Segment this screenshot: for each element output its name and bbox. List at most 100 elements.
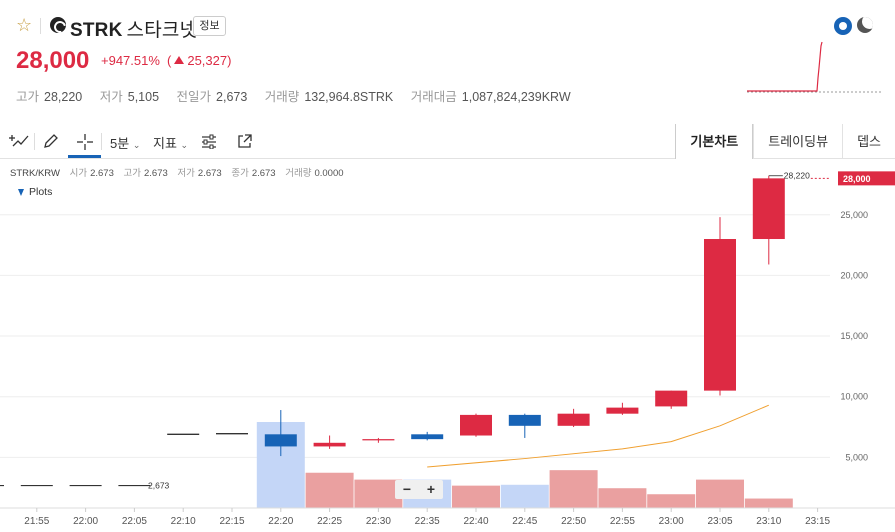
y-tick-label: 25,000 xyxy=(840,210,868,220)
tab-depth[interactable]: 뎁스 xyxy=(842,124,895,159)
indicators-select[interactable]: 지표 ⌄ xyxy=(153,133,188,152)
info-button[interactable]: 정보 xyxy=(193,16,226,36)
x-tick-label: 22:50 xyxy=(561,516,586,527)
x-tick-label: 22:20 xyxy=(268,516,293,527)
stat-label: 고가 xyxy=(16,90,40,104)
x-tick-label: 21:55 xyxy=(24,516,49,527)
candle-body xyxy=(264,434,297,447)
x-tick-label: 22:15 xyxy=(219,516,244,527)
stat-label: 거래대금 xyxy=(410,90,457,104)
tab-tradingview[interactable]: 트레이딩뷰 xyxy=(753,124,842,159)
candle-body xyxy=(313,442,346,447)
price-stats: 고가 28,220 저가 5,105 전일가 2,673 거래량 132,964.8ST… xyxy=(16,86,585,105)
up-triangle-icon xyxy=(174,56,185,64)
x-tick-label: 22:00 xyxy=(73,516,98,527)
active-tool-indicator xyxy=(68,155,101,158)
x-tick-label: 23:10 xyxy=(756,516,781,527)
divider xyxy=(34,133,35,150)
low-value: 5,105 xyxy=(127,90,160,104)
price-chart[interactable]: 5,000 10,000 15,000 20,000 25,000 2,673 28,220… xyxy=(0,159,895,532)
volume-value: 0.0000 xyxy=(314,168,344,179)
coin-logo-icon xyxy=(50,17,66,33)
low-value: 2.673 xyxy=(197,168,222,179)
change-amount: (25,327) xyxy=(167,53,232,68)
change-amount-value: 25,327 xyxy=(187,53,228,68)
x-tick-label: 22:55 xyxy=(610,516,635,527)
candle-body xyxy=(752,178,785,240)
sun-icon[interactable] xyxy=(834,17,852,35)
settings-sliders-icon[interactable] xyxy=(201,134,217,149)
star-icon[interactable]: ☆ xyxy=(16,16,32,34)
chevron-down-icon: ⌄ xyxy=(180,140,189,150)
volume-bar xyxy=(305,472,354,508)
pencil-icon[interactable] xyxy=(43,133,59,149)
volume-label: 거래량 xyxy=(285,168,312,179)
volume-bar xyxy=(696,479,744,508)
tab-basic-chart[interactable]: 기본차트 xyxy=(675,124,754,159)
mini-sparkline xyxy=(747,41,881,93)
zoom-control: − + xyxy=(395,480,443,499)
coin-header: ☆ STRK 스타크넷 정보 28,000 +947.51% (25,327) 고… xyxy=(0,0,895,124)
coin-symbol: STRK xyxy=(70,20,123,41)
volume-bar xyxy=(647,494,696,508)
x-tick-label: 22:25 xyxy=(317,516,342,527)
last-price-label: 28,000 xyxy=(843,174,871,184)
high-marker-label: 28,220 xyxy=(784,171,810,181)
x-tick-label: 22:10 xyxy=(171,516,196,527)
x-tick-label: 23:15 xyxy=(805,516,830,527)
candle-body xyxy=(704,239,736,391)
y-tick-label: 5,000 xyxy=(845,452,868,462)
crosshair-icon[interactable] xyxy=(76,133,94,151)
x-tick-label: 23:00 xyxy=(659,516,684,527)
stat-label: 저가 xyxy=(99,90,123,104)
volume-bar xyxy=(744,498,793,508)
x-tick-label: 22:35 xyxy=(415,516,440,527)
close-label: 종가 xyxy=(231,168,249,179)
external-link-icon[interactable] xyxy=(237,134,252,149)
coin-korean-name: 스타크넷 xyxy=(126,20,198,41)
plots-label: Plots xyxy=(29,186,53,198)
triangle-down-icon xyxy=(18,189,24,196)
chevron-down-icon: ⌄ xyxy=(132,140,141,150)
candle-body xyxy=(508,414,541,426)
stat-label: 전일가 xyxy=(176,90,212,104)
volume-bar xyxy=(452,485,500,508)
low-label: 저가 xyxy=(177,168,195,179)
open-label: 시가 xyxy=(69,168,88,179)
trade-value: 1,087,824,239KRW xyxy=(461,90,571,104)
ohlc-legend: STRK/KRW 시가 2.673 고가 2.673 저가 2.673 종가 2.673… xyxy=(10,165,351,179)
x-tick-label: 22:30 xyxy=(366,516,391,527)
zoom-out-button[interactable]: − xyxy=(395,480,419,499)
plots-toggle[interactable]: Plots xyxy=(18,186,52,198)
chart-toolbar: 5분 ⌄ 지표 ⌄ 기본차트 트레이딩뷰 뎁스 xyxy=(0,124,895,159)
divider xyxy=(40,18,41,34)
prev-close-marker-label: 2,673 xyxy=(148,481,170,491)
open-value: 2.673 xyxy=(90,168,114,179)
y-tick-label: 15,000 xyxy=(840,331,868,341)
candle-body xyxy=(606,407,639,414)
zoom-in-button[interactable]: + xyxy=(419,480,443,499)
close-value: 2.673 xyxy=(251,168,276,179)
y-tick-label: 20,000 xyxy=(840,270,868,280)
volume-bar xyxy=(549,470,598,508)
indicators-label: 지표 xyxy=(153,136,177,151)
prev-close-value: 2,673 xyxy=(216,90,248,104)
indicator-add-icon[interactable] xyxy=(8,134,30,148)
high-value: 28,220 xyxy=(44,90,83,104)
interval-select[interactable]: 5분 ⌄ xyxy=(110,133,140,152)
candle-body xyxy=(460,414,492,436)
y-tick-label: 10,000 xyxy=(840,392,868,402)
volume-bar xyxy=(598,488,647,508)
volume-value: 132,964.8STRK xyxy=(304,90,394,104)
stat-label: 거래량 xyxy=(264,90,300,104)
x-tick-label: 23:05 xyxy=(707,516,732,527)
pair-label: STRK/KRW xyxy=(10,168,60,179)
moon-icon[interactable] xyxy=(857,17,873,33)
interval-label: 5분 xyxy=(110,136,130,151)
candle-body xyxy=(411,434,444,440)
sparkline-line xyxy=(747,41,823,92)
high-label: 고가 xyxy=(123,168,141,179)
candle-body xyxy=(655,390,688,407)
volume-bar xyxy=(500,484,549,508)
candle-body xyxy=(557,413,590,426)
